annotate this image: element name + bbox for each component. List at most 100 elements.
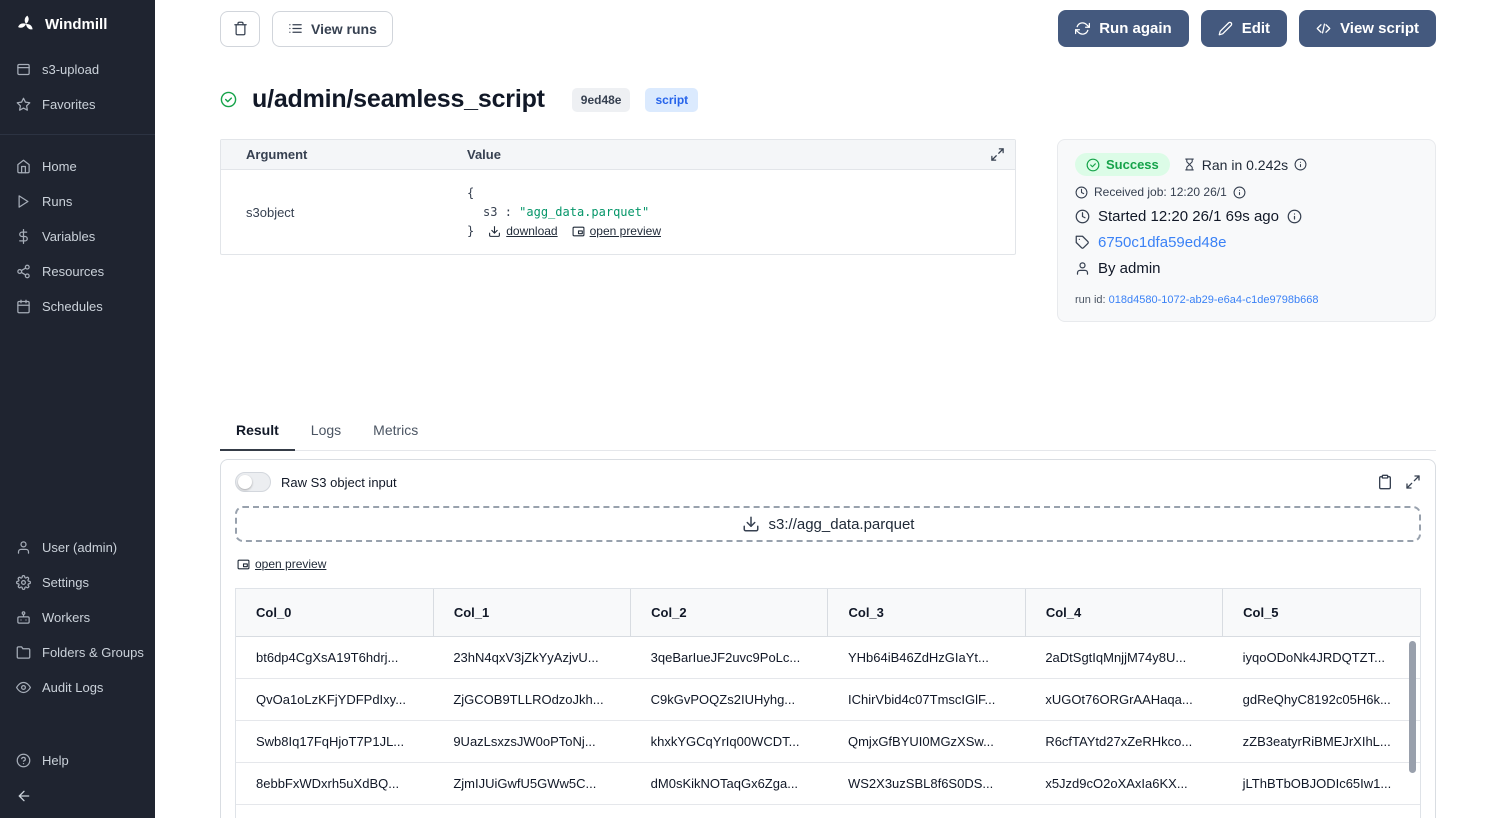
star-icon xyxy=(16,97,31,112)
run-again-button[interactable]: Run again xyxy=(1058,10,1189,47)
home-icon xyxy=(16,159,31,174)
table-cell: GDrs0j8wXXgfHgjjMtw... xyxy=(236,805,433,818)
open-preview-link[interactable]: open preview xyxy=(237,557,326,571)
user-icon xyxy=(1075,261,1090,276)
result-panel: Raw S3 object input s3://agg_data.parque… xyxy=(220,459,1436,818)
info-icon[interactable] xyxy=(1294,158,1307,171)
sidebar-item-workers[interactable]: Workers xyxy=(0,600,155,635)
result-table-header-row: Col_0Col_1Col_2Col_3Col_4Col_5 xyxy=(236,589,1420,637)
sidebar-item-s3-upload[interactable]: s3-upload xyxy=(0,52,155,87)
job-hash-line: 6750c1dfa59ed48e xyxy=(1075,234,1418,251)
sidebar-item-favorites[interactable]: Favorites xyxy=(0,87,155,122)
tab-result[interactable]: Result xyxy=(220,414,295,451)
sidebar-item-audit-logs[interactable]: Audit Logs xyxy=(0,670,155,705)
sidebar-item-home[interactable]: Home xyxy=(0,149,155,184)
sidebar-item-settings[interactable]: Settings xyxy=(0,565,155,600)
table-cell: Swb8Iq17FqHjoT7P1JL... xyxy=(236,721,433,763)
table-cell: xUGOt76ORGrAAHaqa... xyxy=(1025,679,1222,721)
nodes-icon xyxy=(16,264,31,279)
hash-badge: 9ed48e xyxy=(572,88,631,112)
table-cell: ZjmIJUiGwfU5GWw5C... xyxy=(433,763,630,805)
table-scrollbar[interactable] xyxy=(1409,641,1416,773)
table-row: 8ebbFxWDxrh5uXdBQ...ZjmIJUiGwfU5GWw5C...… xyxy=(236,763,1420,805)
argument-value-json: { s3 : "agg_data.parquet" } download xyxy=(467,184,1015,242)
started-line: Started 12:20 26/1 69s ago xyxy=(1075,208,1418,225)
run-duration-label: Ran in 0.242s xyxy=(1202,157,1288,173)
windmill-logo-icon xyxy=(16,14,36,34)
sidebar-item-variables[interactable]: Variables xyxy=(0,219,155,254)
play-icon xyxy=(16,194,31,209)
toggle-knob xyxy=(238,475,252,489)
table-cell: 3qeBarIueJF2uvc9PoLc... xyxy=(631,637,828,679)
tab-metrics[interactable]: Metrics xyxy=(357,414,434,450)
table-row: QvOa1oLzKFjYDFPdIxy...ZjGCOB9TLLROdzoJkh… xyxy=(236,679,1420,721)
sidebar-item-runs[interactable]: Runs xyxy=(0,184,155,219)
column-header: Col_0 xyxy=(236,589,433,637)
raw-s3-toggle[interactable] xyxy=(235,472,271,492)
sidebar-item-label: Variables xyxy=(42,229,95,244)
column-header: Col_4 xyxy=(1025,589,1222,637)
sidebar-item-help[interactable]: Help xyxy=(0,743,155,778)
delete-button[interactable] xyxy=(220,11,260,47)
expand-args-button[interactable] xyxy=(990,147,1005,162)
bot-icon xyxy=(16,610,31,625)
tab-logs[interactable]: Logs xyxy=(295,414,357,450)
edit-label: Edit xyxy=(1242,20,1270,37)
download-link[interactable]: download xyxy=(488,222,557,241)
sidebar-item-folders-groups[interactable]: Folders & Groups xyxy=(0,635,155,670)
column-header: Col_1 xyxy=(433,589,630,637)
sidebar-item-label: Folders & Groups xyxy=(42,645,144,660)
app-logo[interactable]: Windmill xyxy=(0,0,155,52)
sidebar-gap xyxy=(0,705,155,743)
table-cell: ZjGCOB9TLLROdzoJkh... xyxy=(433,679,630,721)
view-script-button[interactable]: View script xyxy=(1299,10,1436,47)
preview-panel-icon xyxy=(572,225,585,238)
sidebar-item-resources[interactable]: Resources xyxy=(0,254,155,289)
argument-name: s3object xyxy=(221,205,467,220)
eye-icon xyxy=(16,680,31,695)
status-badge: Success xyxy=(1075,153,1170,176)
calendar-icon xyxy=(16,299,31,314)
clock-icon xyxy=(1075,186,1088,199)
table-cell: QvOa1oLzKFjYDFPdIxy... xyxy=(236,679,433,721)
run-id-label: run id: xyxy=(1075,294,1106,306)
edit-button[interactable]: Edit xyxy=(1201,10,1287,47)
arrow-left-icon xyxy=(16,788,32,804)
page-title: u/admin/seamless_script xyxy=(252,85,545,114)
user-icon xyxy=(16,540,31,555)
open-preview-link[interactable]: open preview xyxy=(572,222,661,241)
trash-icon xyxy=(233,21,248,36)
sidebar-item-schedules[interactable]: Schedules xyxy=(0,289,155,324)
json-open-brace: { xyxy=(467,184,1015,203)
table-cell: YHb64iB46ZdHzGIaYt... xyxy=(828,637,1025,679)
info-icon[interactable] xyxy=(1287,209,1302,224)
hourglass-icon xyxy=(1183,158,1196,171)
preview-panel-icon xyxy=(237,558,250,571)
run-id-link[interactable]: 018d4580-1072-ab29-e6a4-c1de9798b668 xyxy=(1109,294,1319,306)
table-cell: 8ebbFxWDxrh5uXdBQ... xyxy=(236,763,433,805)
sidebar-item-user-admin[interactable]: User (admin) xyxy=(0,530,155,565)
view-runs-button[interactable]: View runs xyxy=(272,11,393,47)
by-admin-line: By admin xyxy=(1075,260,1418,277)
result-table-body: bt6dp4CgXsA19T6hdrj...23hN4qxV3jZkYyAzjv… xyxy=(236,637,1420,818)
argument-column-header: Argument xyxy=(221,147,467,162)
collapse-sidebar-button[interactable] xyxy=(0,778,155,818)
s3-file-download-box[interactable]: s3://agg_data.parquet xyxy=(235,506,1421,542)
sidebar-item-label: s3-upload xyxy=(42,62,99,77)
result-table: Col_0Col_1Col_2Col_3Col_4Col_5 bt6dp4CgX… xyxy=(236,589,1420,818)
table-cell: 23hN4qxV3jZkYyAzjvU... xyxy=(433,637,630,679)
argument-row: s3object { s3 : "agg_data.parquet" } xyxy=(221,170,1015,254)
maximize-icon[interactable] xyxy=(1405,474,1421,490)
sidebar-spacer xyxy=(0,324,155,530)
job-hash-link[interactable]: 6750c1dfa59ed48e xyxy=(1098,234,1226,251)
json-string-value: "agg_data.parquet" xyxy=(519,205,649,219)
download-label: download xyxy=(506,222,557,241)
json-line: s3 : "agg_data.parquet" xyxy=(467,203,1015,222)
table-row: Swb8Iq17FqHjoT7P1JL...9UazLsxzsJW0oPToNj… xyxy=(236,721,1420,763)
info-icon[interactable] xyxy=(1233,186,1246,199)
table-cell: zZB3eatyrRiBMEJrXIhL... xyxy=(1223,721,1420,763)
app-title: Windmill xyxy=(45,16,107,33)
run-status-card: Success Ran in 0.242s Received job: 12:2… xyxy=(1057,139,1436,322)
main-content: View runs Run again Edit View script xyxy=(155,0,1493,818)
copy-icon[interactable] xyxy=(1377,474,1393,490)
